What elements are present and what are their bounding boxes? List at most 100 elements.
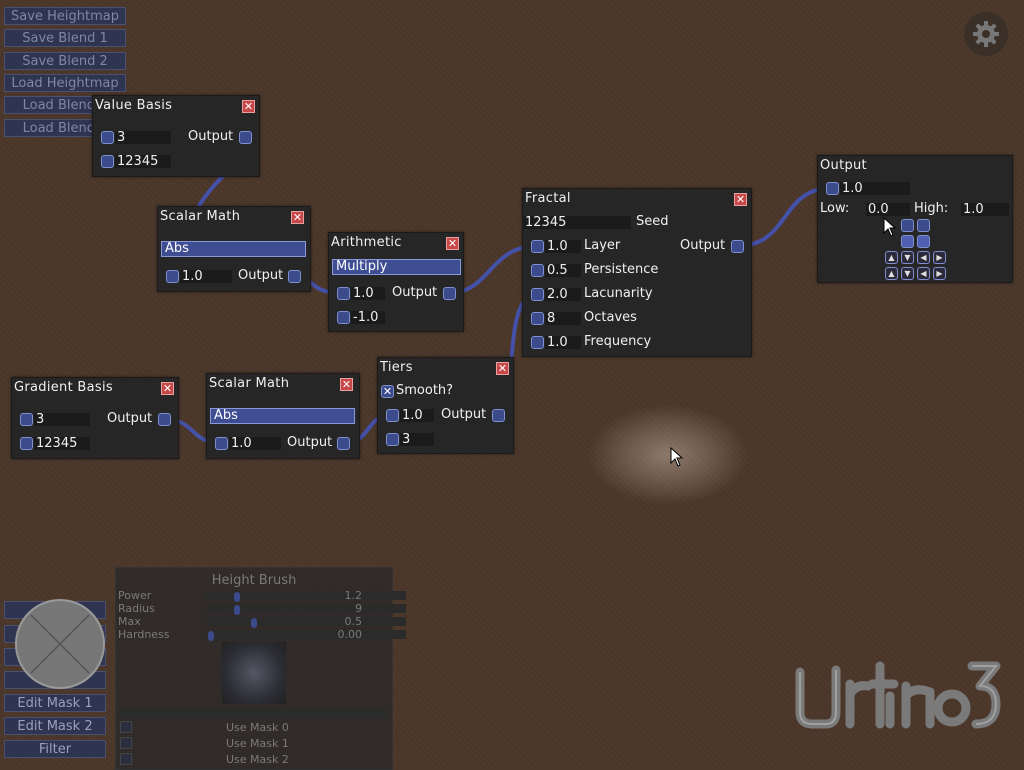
close-icon[interactable]: ✕ [291,211,304,224]
output-port[interactable] [158,413,171,426]
scalar-math-node[interactable]: Scalar Math ✕ Abs 1.0 Output [157,206,311,292]
persistence-field[interactable]: 0.5 [545,264,581,277]
smooth-checkbox[interactable]: ✕ [381,385,394,398]
hardness-label: Hardness [118,628,170,641]
save-heightmap-button[interactable]: Save Heightmap [4,7,126,25]
slider-thumb[interactable] [251,618,257,628]
octaves-port[interactable] [531,312,544,325]
gradient-basis-node[interactable]: Gradient Basis ✕ 3 Output 12345 [11,377,179,459]
octaves-port[interactable] [20,413,33,426]
value-port[interactable] [166,270,179,283]
max-slider[interactable] [206,617,406,628]
gear-icon[interactable] [964,12,1008,56]
slider-thumb[interactable] [234,592,240,602]
close-icon[interactable]: ✕ [161,382,174,395]
radius-slider[interactable] [206,604,406,615]
octaves-field[interactable]: 8 [545,312,581,325]
use-mask-0-checkbox[interactable] [120,721,132,733]
power-slider[interactable] [206,591,406,602]
value-field[interactable]: 1.0 [180,270,232,283]
use-mask-2-checkbox[interactable] [120,753,132,765]
fractal-node[interactable]: Fractal ✕ 12345 Seed 1.0 Layer Output 0.… [522,188,752,357]
use-mask-1-checkbox[interactable] [120,737,132,749]
frequency-field[interactable]: 1.0 [545,336,581,349]
value-port[interactable] [386,409,399,422]
layer-port[interactable] [531,240,544,253]
output-port[interactable] [492,409,505,422]
low-field[interactable]: 0.0 [866,203,910,216]
value-field[interactable]: 1.0 [229,437,281,450]
filter-button[interactable]: Filter [4,740,106,758]
arrow-down-icon[interactable]: ▼ [901,267,914,280]
layer-field[interactable]: 1.0 [545,240,581,253]
arrow-left-icon[interactable]: ◀ [917,267,930,280]
octaves-field[interactable]: 3 [115,131,171,144]
close-icon[interactable]: ✕ [446,237,459,250]
slider-thumb[interactable] [234,605,240,615]
seed-field[interactable]: 12345 [523,216,631,229]
high-field[interactable]: 1.0 [961,203,1009,216]
edit-mask-1-button[interactable]: Edit Mask 1 [4,694,106,712]
persistence-port[interactable] [531,264,544,277]
edit-mask-2-button[interactable]: Edit Mask 2 [4,717,106,735]
output-port[interactable] [288,270,301,283]
output-port[interactable] [337,437,350,450]
operation-dropdown[interactable]: Abs [210,408,355,424]
preview-button[interactable] [917,219,930,232]
seed-port[interactable] [101,155,114,168]
save-blend-2-button[interactable]: Save Blend 2 [4,52,126,70]
close-icon[interactable]: ✕ [242,100,255,113]
tiers-field[interactable]: 3 [400,433,434,446]
use-mask-1-row[interactable]: Use Mask 1 [118,736,388,750]
value2-field[interactable]: -1.0 [351,311,385,324]
use-mask-0-row[interactable]: Use Mask 0 [118,720,388,734]
close-icon[interactable]: ✕ [496,362,509,375]
value1-port[interactable] [337,287,350,300]
operation-dropdown[interactable]: Abs [161,241,306,257]
joystick-icon[interactable] [15,599,105,689]
arrow-right-icon[interactable]: ▶ [933,251,946,264]
arithmetic-node[interactable]: Arithmetic ✕ Multiply 1.0 Output -1.0 [328,232,464,332]
output-port[interactable] [731,240,744,253]
arrow-up-icon[interactable]: ▲ [885,251,898,264]
value2-port[interactable] [337,311,350,324]
frequency-port[interactable] [531,336,544,349]
arrow-up-icon[interactable]: ▲ [885,267,898,280]
high-label: High: [914,201,949,216]
close-icon[interactable]: ✕ [340,378,353,391]
lacunarity-field[interactable]: 2.0 [545,288,581,301]
use-mask-2-row[interactable]: Use Mask 2 [118,752,388,766]
value-field[interactable]: 1.0 [400,409,434,422]
tiers-node[interactable]: Tiers ✕ ✕ Smooth? 1.0 Output 3 [377,357,514,454]
value-port[interactable] [215,437,228,450]
input-field[interactable]: 1.0 [840,182,910,195]
preview-button[interactable] [917,235,930,248]
preview-button[interactable] [901,219,914,232]
load-heightmap-button[interactable]: Load Heightmap [4,74,126,92]
output-port[interactable] [443,287,456,300]
hardness-slider[interactable] [206,630,406,641]
seed-port[interactable] [20,437,33,450]
output-port[interactable] [239,131,252,144]
preview-button[interactable] [901,235,914,248]
close-icon[interactable]: ✕ [734,193,747,206]
scalar-math-node[interactable]: Scalar Math ✕ Abs 1.0 Output [206,373,360,459]
value1-field[interactable]: 1.0 [351,287,385,300]
arrow-right-icon[interactable]: ▶ [933,267,946,280]
octaves-field[interactable]: 3 [34,413,90,426]
save-blend-1-button[interactable]: Save Blend 1 [4,29,126,47]
seed-field[interactable]: 12345 [115,155,171,168]
output-node[interactable]: Output 1.0 Low: 0.0 High: 1.0 ▲ ▼ ◀ ▶ ▲ … [817,155,1013,283]
slider-thumb[interactable] [208,631,214,641]
seed-field[interactable]: 12345 [34,437,90,450]
operation-dropdown[interactable]: Multiply [332,259,461,275]
node-title: Fractal [525,191,571,206]
input-port[interactable] [826,182,839,195]
tiers-port[interactable] [386,433,399,446]
value-basis-node[interactable]: Value Basis ✕ 3 Output 12345 [92,95,260,177]
max-value: 0.5 [344,615,363,628]
arrow-down-icon[interactable]: ▼ [901,251,914,264]
arrow-left-icon[interactable]: ◀ [917,251,930,264]
lacunarity-port[interactable] [531,288,544,301]
octaves-port[interactable] [101,131,114,144]
